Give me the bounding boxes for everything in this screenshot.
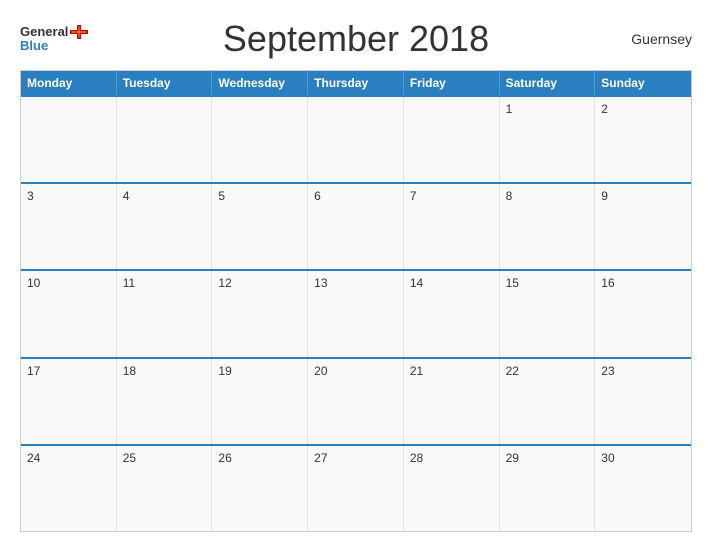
day-number: 26	[218, 451, 231, 465]
day-number: 10	[27, 276, 40, 290]
day-number: 30	[601, 451, 614, 465]
weekday-header-friday: Friday	[404, 71, 500, 95]
day-number: 12	[218, 276, 231, 290]
calendar-week-5: 24 25 26 27 28 29 30	[21, 444, 691, 531]
day-number: 15	[506, 276, 519, 290]
weekday-header-saturday: Saturday	[500, 71, 596, 95]
day-number: 19	[218, 364, 231, 378]
calendar-cell	[117, 97, 213, 182]
calendar-cell: 11	[117, 271, 213, 356]
calendar-page: General Blue September 2018 Guernsey Mon…	[0, 0, 712, 550]
day-number: 18	[123, 364, 136, 378]
calendar-cell: 20	[308, 359, 404, 444]
day-number: 29	[506, 451, 519, 465]
weekday-header-tuesday: Tuesday	[117, 71, 213, 95]
calendar-cell: 25	[117, 446, 213, 531]
day-number: 16	[601, 276, 614, 290]
calendar-cell: 10	[21, 271, 117, 356]
calendar-cell	[21, 97, 117, 182]
calendar-cell: 30	[595, 446, 691, 531]
day-number: 28	[410, 451, 423, 465]
day-number: 3	[27, 189, 34, 203]
weekday-header-wednesday: Wednesday	[212, 71, 308, 95]
weekday-header-thursday: Thursday	[308, 71, 404, 95]
day-number: 20	[314, 364, 327, 378]
day-number: 2	[601, 102, 608, 116]
calendar-cell: 8	[500, 184, 596, 269]
day-number: 6	[314, 189, 321, 203]
day-number: 25	[123, 451, 136, 465]
day-number: 14	[410, 276, 423, 290]
calendar-cell	[212, 97, 308, 182]
day-number: 17	[27, 364, 40, 378]
day-number: 23	[601, 364, 614, 378]
calendar-week-4: 17 18 19 20 21 22 23	[21, 357, 691, 444]
calendar-cell: 9	[595, 184, 691, 269]
calendar-cell: 21	[404, 359, 500, 444]
weekday-header-monday: Monday	[21, 71, 117, 95]
day-number: 9	[601, 189, 608, 203]
calendar-cell: 29	[500, 446, 596, 531]
day-number: 21	[410, 364, 423, 378]
calendar-cell: 14	[404, 271, 500, 356]
day-number: 4	[123, 189, 130, 203]
calendar-week-3: 10 11 12 13 14 15 16	[21, 269, 691, 356]
weekday-header-sunday: Sunday	[595, 71, 691, 95]
day-number: 11	[123, 276, 135, 290]
day-number: 24	[27, 451, 40, 465]
calendar-cell: 16	[595, 271, 691, 356]
day-number: 8	[506, 189, 513, 203]
day-number: 5	[218, 189, 225, 203]
page-title: September 2018	[110, 18, 602, 60]
calendar-cell: 5	[212, 184, 308, 269]
calendar-cell: 6	[308, 184, 404, 269]
calendar-cell: 19	[212, 359, 308, 444]
calendar-week-2: 3 4 5 6 7 8 9	[21, 182, 691, 269]
calendar-cell: 4	[117, 184, 213, 269]
calendar-cell: 17	[21, 359, 117, 444]
calendar: MondayTuesdayWednesdayThursdayFridaySatu…	[20, 70, 692, 532]
calendar-cell: 26	[212, 446, 308, 531]
calendar-body: 1234567891011121314151617181920212223242…	[21, 95, 691, 531]
day-number: 27	[314, 451, 327, 465]
calendar-cell: 27	[308, 446, 404, 531]
calendar-cell: 2	[595, 97, 691, 182]
calendar-cell: 18	[117, 359, 213, 444]
country-label: Guernsey	[602, 31, 692, 47]
calendar-cell: 3	[21, 184, 117, 269]
calendar-cell: 28	[404, 446, 500, 531]
calendar-cell: 12	[212, 271, 308, 356]
day-number: 13	[314, 276, 327, 290]
calendar-week-1: 12	[21, 95, 691, 182]
header: General Blue September 2018 Guernsey	[20, 18, 692, 60]
calendar-cell: 13	[308, 271, 404, 356]
logo: General Blue	[20, 25, 110, 54]
day-number: 22	[506, 364, 519, 378]
calendar-cell: 7	[404, 184, 500, 269]
logo-blue-text: Blue	[20, 39, 48, 53]
day-number: 1	[506, 102, 513, 116]
calendar-cell: 1	[500, 97, 596, 182]
logo-flag-icon	[70, 25, 88, 39]
calendar-cell	[308, 97, 404, 182]
calendar-cell: 22	[500, 359, 596, 444]
logo-general-text: General	[20, 25, 68, 39]
calendar-cell	[404, 97, 500, 182]
calendar-cell: 24	[21, 446, 117, 531]
calendar-cell: 15	[500, 271, 596, 356]
day-number: 7	[410, 189, 417, 203]
calendar-cell: 23	[595, 359, 691, 444]
calendar-header: MondayTuesdayWednesdayThursdayFridaySatu…	[21, 71, 691, 95]
